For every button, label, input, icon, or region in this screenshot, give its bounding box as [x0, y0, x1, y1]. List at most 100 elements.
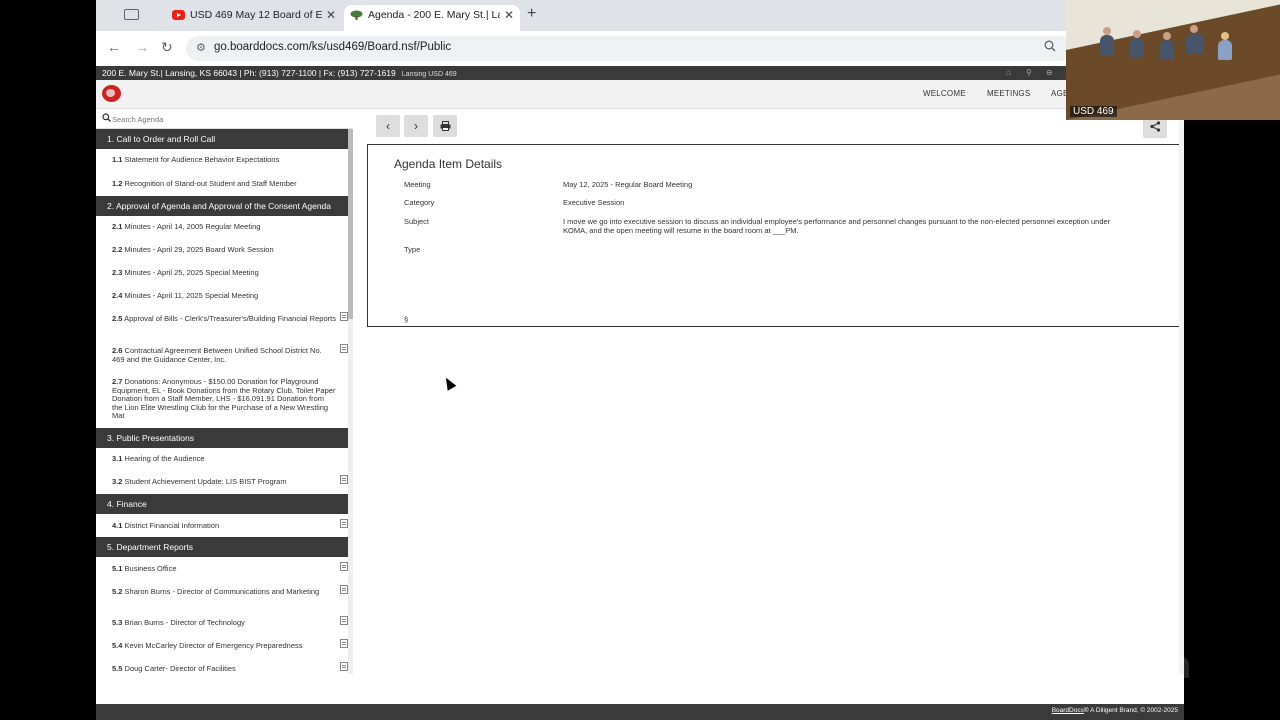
agenda-item[interactable]: 2.4 Minutes - April 11, 2025 Special Mee…	[112, 291, 336, 301]
agenda-category[interactable]: 4. Finance	[96, 494, 352, 514]
main-content: ‹ › Agenda Item Details Meeting May 12, …	[354, 109, 1184, 674]
page-scrollbar[interactable]	[1179, 109, 1184, 674]
url-field[interactable]: ⚙ go.boarddocs.com/ks/usd469/Board.nsf/P…	[186, 36, 1072, 61]
item-text: Statement for Audience Behavior Expectat…	[124, 155, 280, 164]
boarddocs-link[interactable]: BoardDocs	[1052, 707, 1084, 714]
item-number: 3.2	[112, 477, 123, 486]
back-icon[interactable]: ←	[107, 39, 121, 55]
sidebar-scrollbar[interactable]	[348, 129, 353, 674]
attachment-icon[interactable]	[340, 562, 348, 571]
agenda-item-details: Agenda Item Details Meeting May 12, 2025…	[367, 144, 1180, 327]
agenda-item[interactable]: 1.1 Statement for Audience Behavior Expe…	[112, 155, 336, 165]
agenda-item[interactable]: 2.7 Donations: Anonymous - $150.00 Donat…	[112, 377, 336, 421]
tab-youtube[interactable]: USD 469 May 12 Board of Ed ✕	[166, 5, 342, 31]
agenda-item[interactable]: 5.3 Brian Burns - Director of Technology	[112, 618, 336, 628]
next-item-button[interactable]: ›	[404, 115, 428, 137]
agenda-item[interactable]: 1.2 Recognition of Stand-out Student and…	[112, 179, 336, 189]
video-head	[1190, 25, 1198, 33]
item-text: Brian Burns - Director of Technology	[124, 618, 245, 627]
attachment-icon[interactable]	[340, 475, 348, 484]
share-icon	[1149, 121, 1160, 132]
previous-item-button[interactable]: ‹	[376, 115, 400, 137]
item-text: Student Achievement Update: LIS BIST Pro…	[124, 477, 287, 486]
tab-title: Agenda - 200 E. Mary St.| Lan	[368, 9, 500, 21]
agenda-item[interactable]: 5.4 Kevin McCarley Director of Emergency…	[112, 641, 336, 651]
tab-search-button[interactable]	[110, 7, 154, 25]
zoom-watermark: zoom	[1095, 645, 1191, 687]
scroll-thumb[interactable]	[348, 129, 353, 319]
tab-bar: USD 469 May 12 Board of Ed ✕ Agenda - 20…	[96, 0, 1184, 31]
item-text: Donations: Anonymous - $150.00 Donation …	[112, 377, 336, 420]
district-name: Lansing USD 469	[401, 71, 457, 78]
video-head	[1133, 30, 1141, 38]
agenda-search	[96, 109, 352, 129]
agenda-item[interactable]: 5.2 Sharon Burns - Director of Communica…	[112, 587, 336, 597]
agenda-item[interactable]: 5.5 Doug Carter- Director of Facilities	[112, 664, 336, 674]
tab-agenda[interactable]: Agenda - 200 E. Mary St.| Lan ✕	[344, 5, 520, 31]
district-logo[interactable]	[102, 85, 121, 102]
forward-icon[interactable]: →	[135, 39, 149, 55]
close-tab-icon[interactable]: ✕	[326, 5, 336, 25]
reload-icon[interactable]: ↻	[161, 39, 173, 56]
attachment-icon[interactable]	[340, 344, 348, 353]
agenda-item[interactable]: 5.1 Business Office	[112, 564, 336, 574]
agenda-item[interactable]: 2.2 Minutes - April 29, 2025 Board Work …	[112, 245, 336, 255]
subject-value: I move we go into executive session to d…	[563, 217, 1111, 235]
agenda-category[interactable]: 5. Department Reports	[96, 537, 352, 557]
video-person	[1160, 40, 1174, 60]
details-heading: Agenda Item Details	[394, 157, 503, 171]
search-icon[interactable]: ⚲	[1026, 66, 1032, 80]
subject-label: Subject	[404, 217, 430, 226]
new-tab-button[interactable]: +	[527, 5, 536, 23]
agenda-item[interactable]: 2.1 Minutes - April 14, 2005 Regular Mee…	[112, 222, 336, 232]
attachment-icon[interactable]	[340, 662, 348, 671]
video-person	[1218, 40, 1232, 60]
browser-window: USD 469 May 12 Board of Ed ✕ Agenda - 20…	[96, 0, 1184, 720]
agenda-item[interactable]: 3.2 Student Achievement Update: LIS BIST…	[112, 477, 336, 487]
video-person	[1100, 35, 1114, 55]
home-icon[interactable]: ⌂	[1006, 66, 1011, 80]
agenda-category[interactable]: 2. Approval of Agenda and Approval of th…	[96, 196, 352, 216]
agenda-item[interactable]: 3.1 Hearing of the Audience	[112, 454, 336, 464]
item-number: 5.3	[112, 618, 123, 627]
zoom-magnifier-icon[interactable]	[1044, 40, 1056, 52]
agenda-category[interactable]: 3. Public Presentations	[96, 428, 352, 448]
attachment-icon[interactable]	[340, 639, 348, 648]
video-feed: USD 469	[1066, 0, 1280, 120]
agenda-sidebar: 1. Call to Order and Roll Call 1.1 State…	[96, 109, 354, 674]
video-person	[1186, 34, 1204, 54]
attachment-icon[interactable]	[340, 519, 348, 528]
item-number: 5.1	[112, 564, 123, 573]
search-icon	[102, 113, 111, 122]
item-text: Contractual Agreement Between Unified Sc…	[112, 346, 322, 364]
item-number: 5.2	[112, 587, 123, 596]
agenda-item[interactable]: 2.3 Minutes - April 25, 2025 Special Mee…	[112, 268, 336, 278]
nav-welcome[interactable]: WELCOME	[923, 89, 966, 98]
item-text: Minutes - April 14, 2005 Regular Meeting	[124, 222, 261, 231]
tab-title: USD 469 May 12 Board of Ed	[190, 9, 322, 21]
attachment-icon[interactable]	[340, 312, 348, 321]
youtube-icon	[172, 10, 185, 20]
agenda-category[interactable]: 1. Call to Order and Roll Call	[96, 129, 352, 149]
nav-meetings[interactable]: MEETINGS	[987, 89, 1030, 98]
site-info-bar: 200 E. Mary St.| Lansing, KS 66043 | Ph:…	[96, 66, 1184, 80]
agenda-item[interactable]: 4.1 District Financial Information	[112, 521, 336, 531]
item-text: Approval of Bills - Clerk's/Treasurer's/…	[124, 314, 336, 323]
agenda-item[interactable]: 2.6 Contractual Agreement Between Unifie…	[112, 346, 336, 364]
close-tab-icon[interactable]: ✕	[504, 5, 514, 25]
address-bar: ← → ↻ ⚙ go.boarddocs.com/ks/usd469/Board…	[96, 31, 1184, 66]
attachment-icon[interactable]	[340, 585, 348, 594]
category-value: Executive Session	[563, 198, 625, 207]
print-button[interactable]	[433, 115, 457, 137]
item-number: 5.5	[112, 664, 123, 673]
section-mark: §	[404, 315, 409, 324]
agenda-item[interactable]: 2.5 Approval of Bills - Clerk's/Treasure…	[112, 314, 336, 324]
site-settings-icon[interactable]: ⚙	[196, 41, 206, 54]
video-head	[1103, 27, 1111, 35]
site-header: WELCOME MEETINGS AGE	[96, 80, 1184, 109]
search-agenda-input[interactable]	[112, 112, 342, 126]
address-info: 200 E. Mary St.| Lansing, KS 66043 | Ph:…	[102, 68, 396, 78]
attachment-icon[interactable]	[340, 616, 348, 625]
item-text: Doug Carter- Director of Facilities	[124, 664, 236, 673]
lock-icon[interactable]: ⊖	[1046, 66, 1053, 80]
